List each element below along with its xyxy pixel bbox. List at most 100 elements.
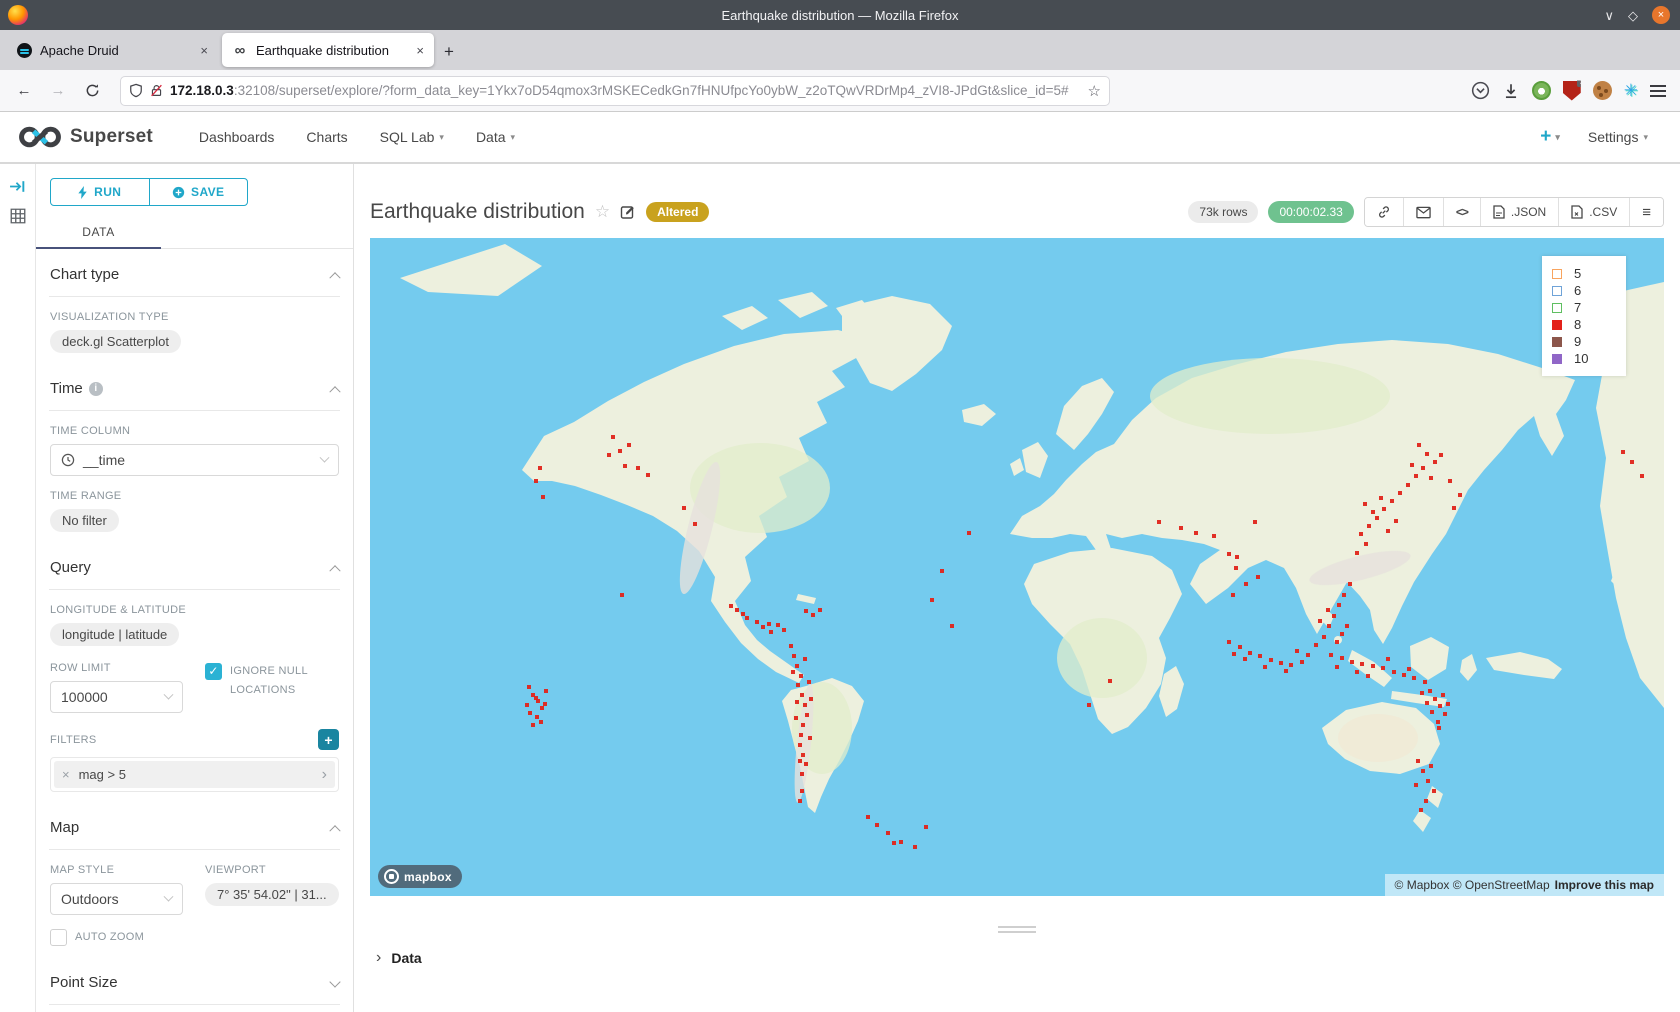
section-query[interactable]: Query [49, 542, 340, 590]
earthquake-point [1428, 689, 1432, 693]
legend-item[interactable]: 9 [1552, 333, 1616, 350]
dataset-grid-icon[interactable] [9, 207, 27, 225]
earthquake-point [1314, 643, 1318, 647]
checkbox-unchecked-icon[interactable] [50, 929, 67, 946]
earthquake-point [1256, 575, 1260, 579]
earthquake-point [541, 495, 545, 499]
section-time[interactable]: Timei [49, 363, 340, 411]
earthquake-point [1406, 483, 1410, 487]
time-range-value[interactable]: No filter [50, 509, 119, 532]
ignore-null-checkbox-row[interactable]: ✓ IGNORE NULL LOCATIONS [205, 662, 339, 699]
forward-icon[interactable]: → [44, 77, 72, 105]
time-column-select[interactable]: __time [50, 444, 339, 476]
checkbox-checked-icon[interactable]: ✓ [205, 663, 222, 680]
legend-item[interactable]: 6 [1552, 282, 1616, 299]
chevron-right-icon[interactable]: › [322, 767, 327, 783]
export-json-button[interactable]: .JSON [1480, 198, 1558, 226]
tab-earthquake-distribution[interactable]: ∞ Earthquake distribution × [222, 33, 434, 67]
nav-dashboards[interactable]: Dashboards [183, 129, 291, 145]
lock-insecure-icon[interactable] [150, 83, 163, 98]
embed-code-button[interactable]: <> [1443, 198, 1480, 226]
earthquake-point [1355, 551, 1359, 555]
earthquake-point [799, 733, 803, 737]
earthquake-point [886, 831, 890, 835]
earthquake-point [1258, 654, 1262, 658]
mapbox-logo[interactable]: mapbox [378, 865, 462, 888]
tab-close-icon[interactable]: × [416, 43, 424, 58]
world-map [370, 238, 1664, 896]
map-style-select[interactable]: Outdoors [50, 883, 183, 915]
resize-handle[interactable] [998, 926, 1036, 933]
tab-close-icon[interactable]: × [200, 43, 208, 58]
legend-item[interactable]: 8 [1552, 316, 1616, 333]
toolbar-extensions: 2 ✳ [1471, 81, 1670, 101]
earthquake-point [544, 689, 548, 693]
more-options-button[interactable]: ≡ [1629, 198, 1663, 226]
email-button[interactable] [1403, 198, 1443, 226]
run-button[interactable]: RUN [51, 179, 149, 205]
viz-type-value[interactable]: deck.gl Scatterplot [50, 330, 181, 353]
legend-item[interactable]: 5 [1552, 265, 1616, 282]
shield-permissions-icon[interactable] [129, 83, 143, 98]
earthquake-point [1327, 624, 1331, 628]
container-extension-icon[interactable]: ✳ [1624, 82, 1638, 99]
adblock-shield-icon[interactable]: 2 [1563, 81, 1581, 101]
export-csv-button[interactable]: .CSV [1558, 198, 1629, 226]
nav-data[interactable]: Data▾ [460, 129, 531, 145]
url-text[interactable]: 172.18.0.3:32108/superset/explore/?form_… [170, 83, 1081, 98]
expand-panel-icon[interactable] [9, 178, 26, 195]
edit-title-icon[interactable] [620, 204, 636, 220]
new-tab-button[interactable]: + [444, 42, 454, 62]
tab-label: Apache Druid [40, 43, 119, 58]
earthquake-point [1438, 704, 1442, 708]
row-limit-select[interactable]: 100000 [50, 681, 183, 713]
earthquake-point [1194, 531, 1198, 535]
add-filter-button[interactable]: + [318, 729, 339, 750]
tab-data[interactable]: DATA [36, 216, 161, 249]
minimize-icon[interactable]: ∨ [1604, 9, 1614, 22]
earthquake-point [1412, 676, 1416, 680]
legend-item[interactable]: 7 [1552, 299, 1616, 316]
superset-brand[interactable]: Superset [18, 124, 153, 150]
attribution-text[interactable]: © Mapbox © OpenStreetMap [1395, 878, 1550, 892]
earthquake-point [1640, 474, 1644, 478]
remove-filter-icon[interactable]: × [62, 767, 70, 782]
new-item-button[interactable]: +▾ [1540, 126, 1560, 148]
section-map[interactable]: Map [49, 802, 340, 850]
pocket-icon[interactable] [1471, 81, 1490, 100]
nav-charts[interactable]: Charts [290, 129, 363, 145]
earthquake-point [540, 706, 544, 710]
earthquake-point [1386, 529, 1390, 533]
reload-icon[interactable] [78, 77, 106, 105]
lonlat-value[interactable]: longitude | latitude [50, 623, 179, 646]
cookie-extension-icon[interactable] [1593, 81, 1612, 100]
viewport-value[interactable]: 7° 35' 54.02" | 31... [205, 883, 339, 906]
menu-icon[interactable] [1650, 85, 1666, 97]
code-icon: <> [1456, 205, 1468, 219]
window-title: Earthquake distribution — Mozilla Firefo… [0, 8, 1680, 23]
copy-link-button[interactable] [1365, 198, 1403, 226]
improve-map-link[interactable]: Improve this map [1555, 878, 1654, 892]
deckgl-map[interactable]: 5678910 mapbox © Mapbox © OpenStreetMap … [370, 238, 1664, 896]
section-chart-type[interactable]: Chart type [49, 249, 340, 297]
altered-badge[interactable]: Altered [646, 202, 709, 222]
bookmark-star-icon[interactable]: ☆ [1088, 82, 1101, 100]
nav-sql-lab[interactable]: SQL Lab▾ [364, 129, 460, 145]
data-panel-toggle[interactable]: › Data [370, 949, 1664, 967]
close-icon[interactable]: × [1652, 6, 1670, 24]
downloads-icon[interactable] [1502, 82, 1520, 100]
maximize-icon[interactable]: ◇ [1628, 9, 1638, 22]
section-point-size[interactable]: Point Size [49, 957, 340, 1005]
earthquake-point [1234, 566, 1238, 570]
back-icon[interactable]: ← [10, 77, 38, 105]
legend-item[interactable]: 10 [1552, 350, 1616, 367]
save-button[interactable]: SAVE [149, 179, 248, 205]
privacy-badger-icon[interactable] [1532, 81, 1551, 100]
earthquake-point [807, 680, 811, 684]
url-bar[interactable]: 172.18.0.3:32108/superset/explore/?form_… [120, 76, 1110, 106]
auto-zoom-checkbox-row[interactable]: AUTO ZOOM [50, 928, 339, 947]
favorite-star-icon[interactable]: ☆ [595, 202, 610, 222]
tab-apache-druid[interactable]: Apache Druid × [6, 33, 218, 67]
settings-menu[interactable]: Settings▾ [1588, 129, 1648, 145]
filter-item[interactable]: × mag > 5 › [54, 761, 335, 788]
